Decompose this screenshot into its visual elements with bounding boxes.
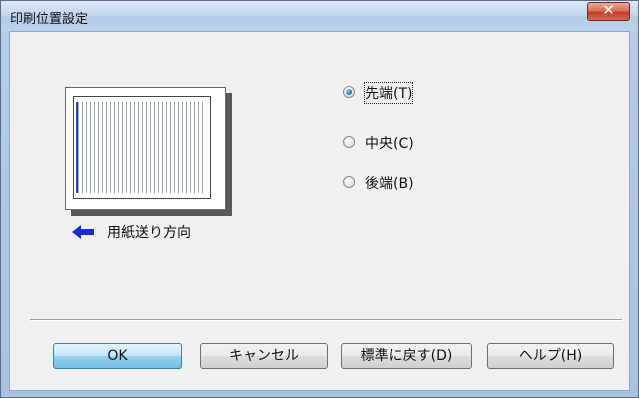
- help-button[interactable]: ヘルプ(H): [487, 343, 614, 369]
- print-area: [73, 96, 211, 199]
- left-arrow-icon: [72, 225, 94, 239]
- radio-button[interactable]: [343, 136, 355, 148]
- radio-label: 後端(B): [365, 176, 414, 192]
- feed-direction-label: 用紙送り方向: [107, 225, 191, 241]
- reset-default-button[interactable]: 標準に戻す(D): [341, 343, 472, 369]
- dialog-body: 用紙送り方向 先端(T) 中央(C) 後端(B) OK キャンセル 標準に戻す(…: [9, 31, 630, 391]
- dialog-window: 印刷位置設定 ✕ 用紙送り方向 先端(T) 中央(C) 後端(B) OK キャン…: [0, 0, 639, 398]
- close-button[interactable]: ✕: [587, 1, 630, 21]
- radio-button[interactable]: [343, 176, 355, 188]
- ok-button[interactable]: OK: [53, 343, 182, 369]
- separator: [30, 319, 622, 321]
- window-title: 印刷位置設定: [10, 12, 89, 27]
- radio-label: 先端(T): [363, 82, 414, 104]
- radio-button[interactable]: [343, 86, 355, 98]
- paper-preview: [65, 87, 226, 210]
- title-bar[interactable]: 印刷位置設定 ✕: [1, 1, 638, 31]
- close-icon: ✕: [602, 1, 615, 19]
- feed-edge-marker: [76, 102, 78, 193]
- radio-label: 中央(C): [365, 136, 414, 152]
- cancel-button[interactable]: キャンセル: [200, 343, 328, 369]
- print-lines: [78, 102, 204, 193]
